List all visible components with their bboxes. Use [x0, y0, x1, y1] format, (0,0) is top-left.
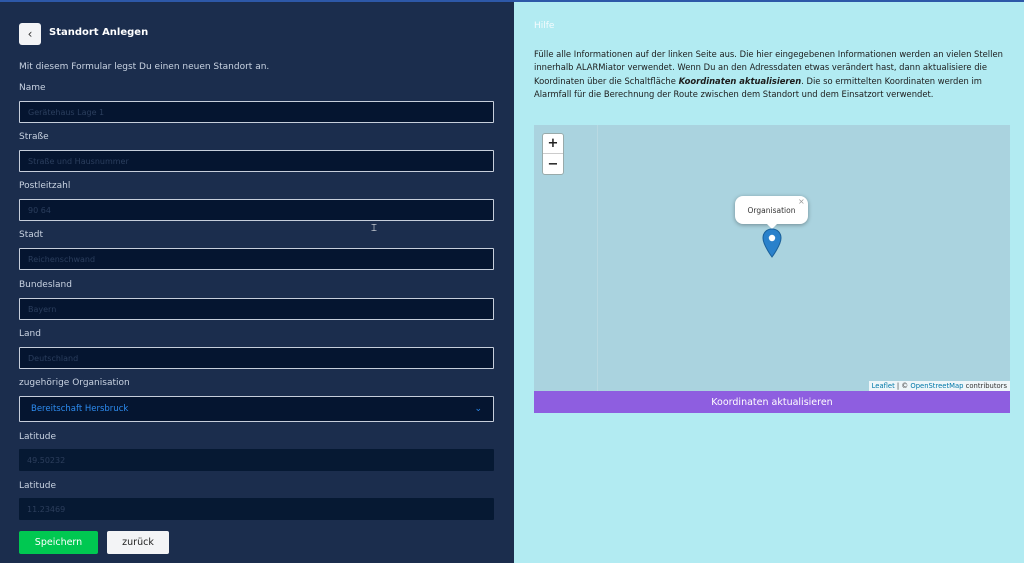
zoom-control: + − [542, 133, 564, 175]
page-title: Standort Anlegen [49, 27, 149, 38]
zip-label: Postleitzahl [19, 181, 71, 191]
save-button[interactable]: Speichern [19, 531, 98, 554]
chevron-down-icon: ⌄ [474, 404, 482, 414]
zoom-in-button[interactable]: + [543, 134, 563, 154]
latitude-label: Latitude [19, 432, 57, 442]
help-title: Hilfe [534, 21, 555, 31]
attribution-suffix: contributors [963, 382, 1007, 390]
street-label: Straße [19, 132, 49, 142]
attribution-separator: | © [894, 382, 911, 390]
map-marker-icon[interactable] [762, 228, 782, 258]
form-panel: ‹ Standort Anlegen Mit diesem Formular l… [0, 2, 514, 563]
help-text: Fülle alle Informationen auf der linken … [534, 48, 1012, 102]
organisation-label: zugehörige Organisation [19, 378, 130, 388]
zip-input[interactable]: 90 64 [19, 199, 494, 221]
organisation-select[interactable]: Bereitschaft Hersbruck ⌄ [19, 396, 494, 422]
popup-label: Organisation [747, 205, 796, 215]
back-button[interactable]: zurück [107, 531, 169, 554]
map-view[interactable]: + − Organisation × Leaflet | © OpenStree… [534, 125, 1010, 391]
street-input[interactable]: Straße und Hausnummer [19, 150, 494, 172]
longitude-label: Latitude [19, 481, 57, 491]
intro-text: Mit diesem Formular legst Du einen neuen… [19, 62, 270, 72]
popup-close-icon[interactable]: × [798, 197, 805, 206]
update-coordinates-button[interactable]: Koordinaten aktualisieren [534, 391, 1010, 413]
leaflet-link[interactable]: Leaflet [872, 382, 895, 390]
city-label: Stadt [19, 230, 43, 240]
chevron-left-icon: ‹ [27, 27, 33, 41]
state-label: Bundesland [19, 280, 72, 290]
osm-link[interactable]: OpenStreetMap [910, 382, 963, 390]
country-label: Land [19, 329, 41, 339]
longitude-input[interactable]: 11.23469 [19, 498, 494, 520]
latitude-input[interactable]: 49.50232 [19, 449, 494, 471]
text-cursor-icon: ⌶ [371, 223, 377, 234]
help-text-bold: Koordinaten aktualisieren [678, 75, 802, 86]
help-panel: Hilfe Fülle alle Informationen auf der l… [514, 2, 1024, 563]
map-attribution: Leaflet | © OpenStreetMap contributors [868, 381, 1010, 391]
state-input[interactable]: Bayern [19, 298, 494, 320]
name-label: Name [19, 83, 46, 93]
country-input[interactable]: Deutschland [19, 347, 494, 369]
zoom-out-button[interactable]: − [543, 154, 563, 174]
name-input[interactable]: Gerätehaus Lage 1 [19, 101, 494, 123]
back-icon-button[interactable]: ‹ [19, 23, 41, 45]
map-boundary-line [597, 125, 598, 391]
city-input[interactable]: Reichenschwand [19, 248, 494, 270]
organisation-selected-value: Bereitschaft Hersbruck [31, 404, 129, 414]
